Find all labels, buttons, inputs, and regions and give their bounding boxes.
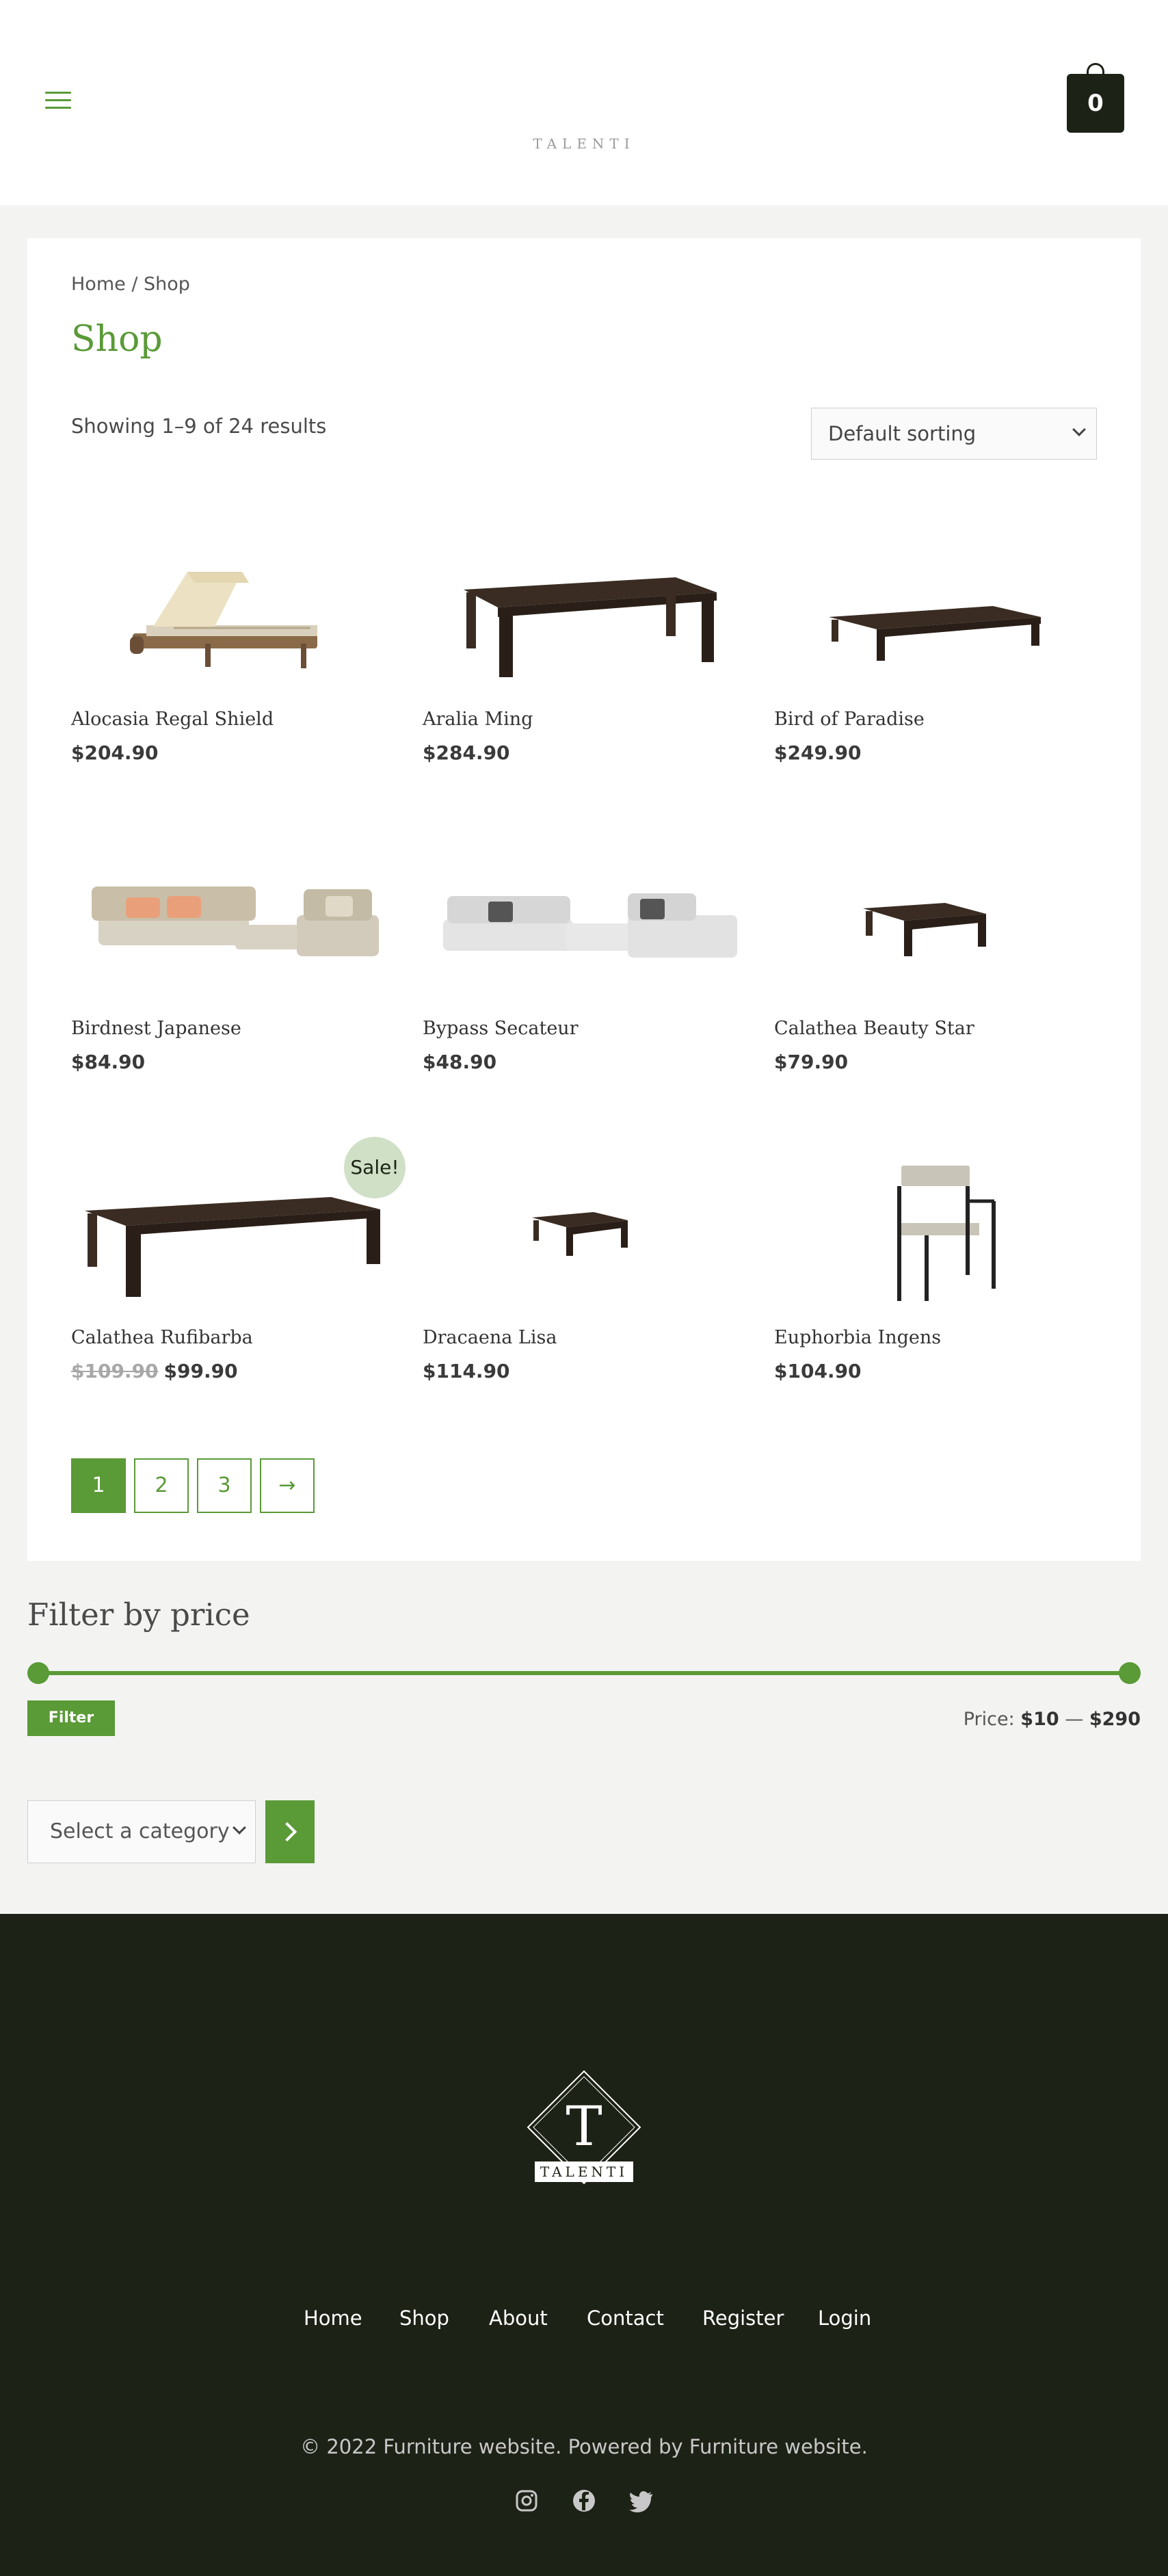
product-price: $79.90 <box>774 1051 849 1073</box>
product-price: $114.90 <box>423 1360 510 1382</box>
product-price: $84.90 <box>71 1051 146 1073</box>
price-slider-max-handle[interactable] <box>1119 1662 1141 1684</box>
product-image[interactable] <box>774 1122 1096 1313</box>
product-name[interactable]: Calathea Rufibarba <box>71 1327 253 1348</box>
menu-button[interactable] <box>45 92 71 112</box>
product-card[interactable]: Bypass Secateur $48.90 <box>423 813 744 1073</box>
product-name[interactable]: Aralia Ming <box>423 709 533 730</box>
product-price: $104.90 <box>774 1360 862 1382</box>
footer-logo[interactable]: T TALENTI <box>516 2064 652 2201</box>
product-image[interactable] <box>71 813 393 1004</box>
product-card[interactable]: Bird of Paradise $249.90 <box>774 503 1096 764</box>
product-name[interactable]: Euphorbia Ingens <box>774 1327 941 1348</box>
page-2-button[interactable]: 2 <box>134 1458 189 1513</box>
site-footer: T TALENTI Home Shop About Contact Regist… <box>0 1914 1168 2576</box>
site-header: TALENTI 0 <box>0 0 1168 205</box>
hamburger-icon <box>45 92 71 94</box>
product-name[interactable]: Bird of Paradise <box>774 709 925 730</box>
product-card[interactable]: Dracaena Lisa $114.90 <box>423 1122 744 1382</box>
result-count: Showing 1–9 of 24 results <box>71 415 327 438</box>
filter-button[interactable]: Filter <box>27 1700 115 1736</box>
site-logo[interactable]: TALENTI <box>0 135 1168 152</box>
footer-link-home[interactable]: Home <box>304 2306 362 2330</box>
price-range: Price: $10 — $290 <box>963 1709 1141 1730</box>
product-name[interactable]: Bypass Secateur <box>423 1018 579 1039</box>
sort-select-value: Default sorting <box>828 422 977 445</box>
product-price: $249.90 <box>774 741 862 764</box>
product-card[interactable]: Birdnest Japanese $84.90 <box>71 813 393 1073</box>
footer-link-shop[interactable]: Shop <box>399 2306 449 2330</box>
product-image[interactable]: Sale! <box>71 1122 406 1313</box>
product-price: $204.90 <box>71 741 159 764</box>
svg-text:TALENTI: TALENTI <box>540 2164 628 2180</box>
category-select-value: Select a category <box>50 1819 230 1843</box>
price-slider-track[interactable] <box>37 1671 1131 1675</box>
svg-text:T: T <box>566 2094 602 2158</box>
chevron-right-icon <box>277 1822 297 1842</box>
product-name[interactable]: Alocasia Regal Shield <box>71 709 274 730</box>
chevron-down-icon <box>233 1821 246 1835</box>
shop-content: Home / Shop Shop Showing 1–9 of 24 resul… <box>27 238 1141 1561</box>
product-image[interactable] <box>423 503 744 695</box>
sale-badge: Sale! <box>344 1137 406 1198</box>
twitter-icon[interactable] <box>628 2487 655 2514</box>
next-page-button[interactable]: → <box>260 1458 315 1513</box>
page-title: Shop <box>71 319 163 360</box>
product-price: $99.90 <box>163 1360 238 1382</box>
product-image[interactable] <box>774 813 1096 1004</box>
footer-link-contact[interactable]: Contact <box>587 2306 664 2330</box>
product-name[interactable]: Calathea Beauty Star <box>774 1018 974 1039</box>
copyright: © 2022 Furniture website. Powered by Fur… <box>300 2435 868 2458</box>
instagram-icon[interactable] <box>513 2487 540 2514</box>
price-min: $10 <box>1020 1709 1059 1730</box>
chevron-down-icon <box>1072 423 1086 436</box>
product-card[interactable]: Euphorbia Ingens $104.90 <box>774 1122 1096 1382</box>
price-slider-min-handle[interactable] <box>27 1662 49 1684</box>
product-image[interactable] <box>423 1122 744 1313</box>
product-image[interactable] <box>71 503 393 695</box>
product-card[interactable]: Calathea Beauty Star $79.90 <box>774 813 1096 1073</box>
page-1-button[interactable]: 1 <box>71 1458 126 1513</box>
footer-link-register[interactable]: Register <box>702 2306 784 2330</box>
product-card[interactable]: Sale! Calathea Rufibarba $109.90 $99.90 <box>71 1122 406 1382</box>
product-name[interactable]: Birdnest Japanese <box>71 1018 241 1039</box>
product-price: $284.90 <box>423 741 510 764</box>
footer-link-about[interactable]: About <box>489 2306 548 2330</box>
product-price: $48.90 <box>423 1051 497 1073</box>
facebook-icon[interactable] <box>570 2487 598 2514</box>
product-card[interactable]: Alocasia Regal Shield $204.90 <box>71 503 393 764</box>
product-old-price: $109.90 <box>71 1360 159 1382</box>
category-submit-button[interactable] <box>265 1800 315 1863</box>
product-name[interactable]: Dracaena Lisa <box>423 1327 557 1348</box>
product-image[interactable] <box>423 813 744 1004</box>
category-select[interactable]: Select a category <box>27 1800 256 1863</box>
footer-link-login[interactable]: Login <box>818 2306 871 2330</box>
product-card[interactable]: Aralia Ming $284.90 <box>423 503 744 764</box>
product-image[interactable] <box>774 503 1096 695</box>
cart-button[interactable]: 0 <box>1067 74 1124 133</box>
breadcrumb[interactable]: Home / Shop <box>71 274 190 295</box>
filter-title: Filter by price <box>27 1596 250 1633</box>
sort-select[interactable]: Default sorting <box>811 408 1097 460</box>
page-3-button[interactable]: 3 <box>197 1458 252 1513</box>
price-max: $290 <box>1089 1709 1141 1730</box>
